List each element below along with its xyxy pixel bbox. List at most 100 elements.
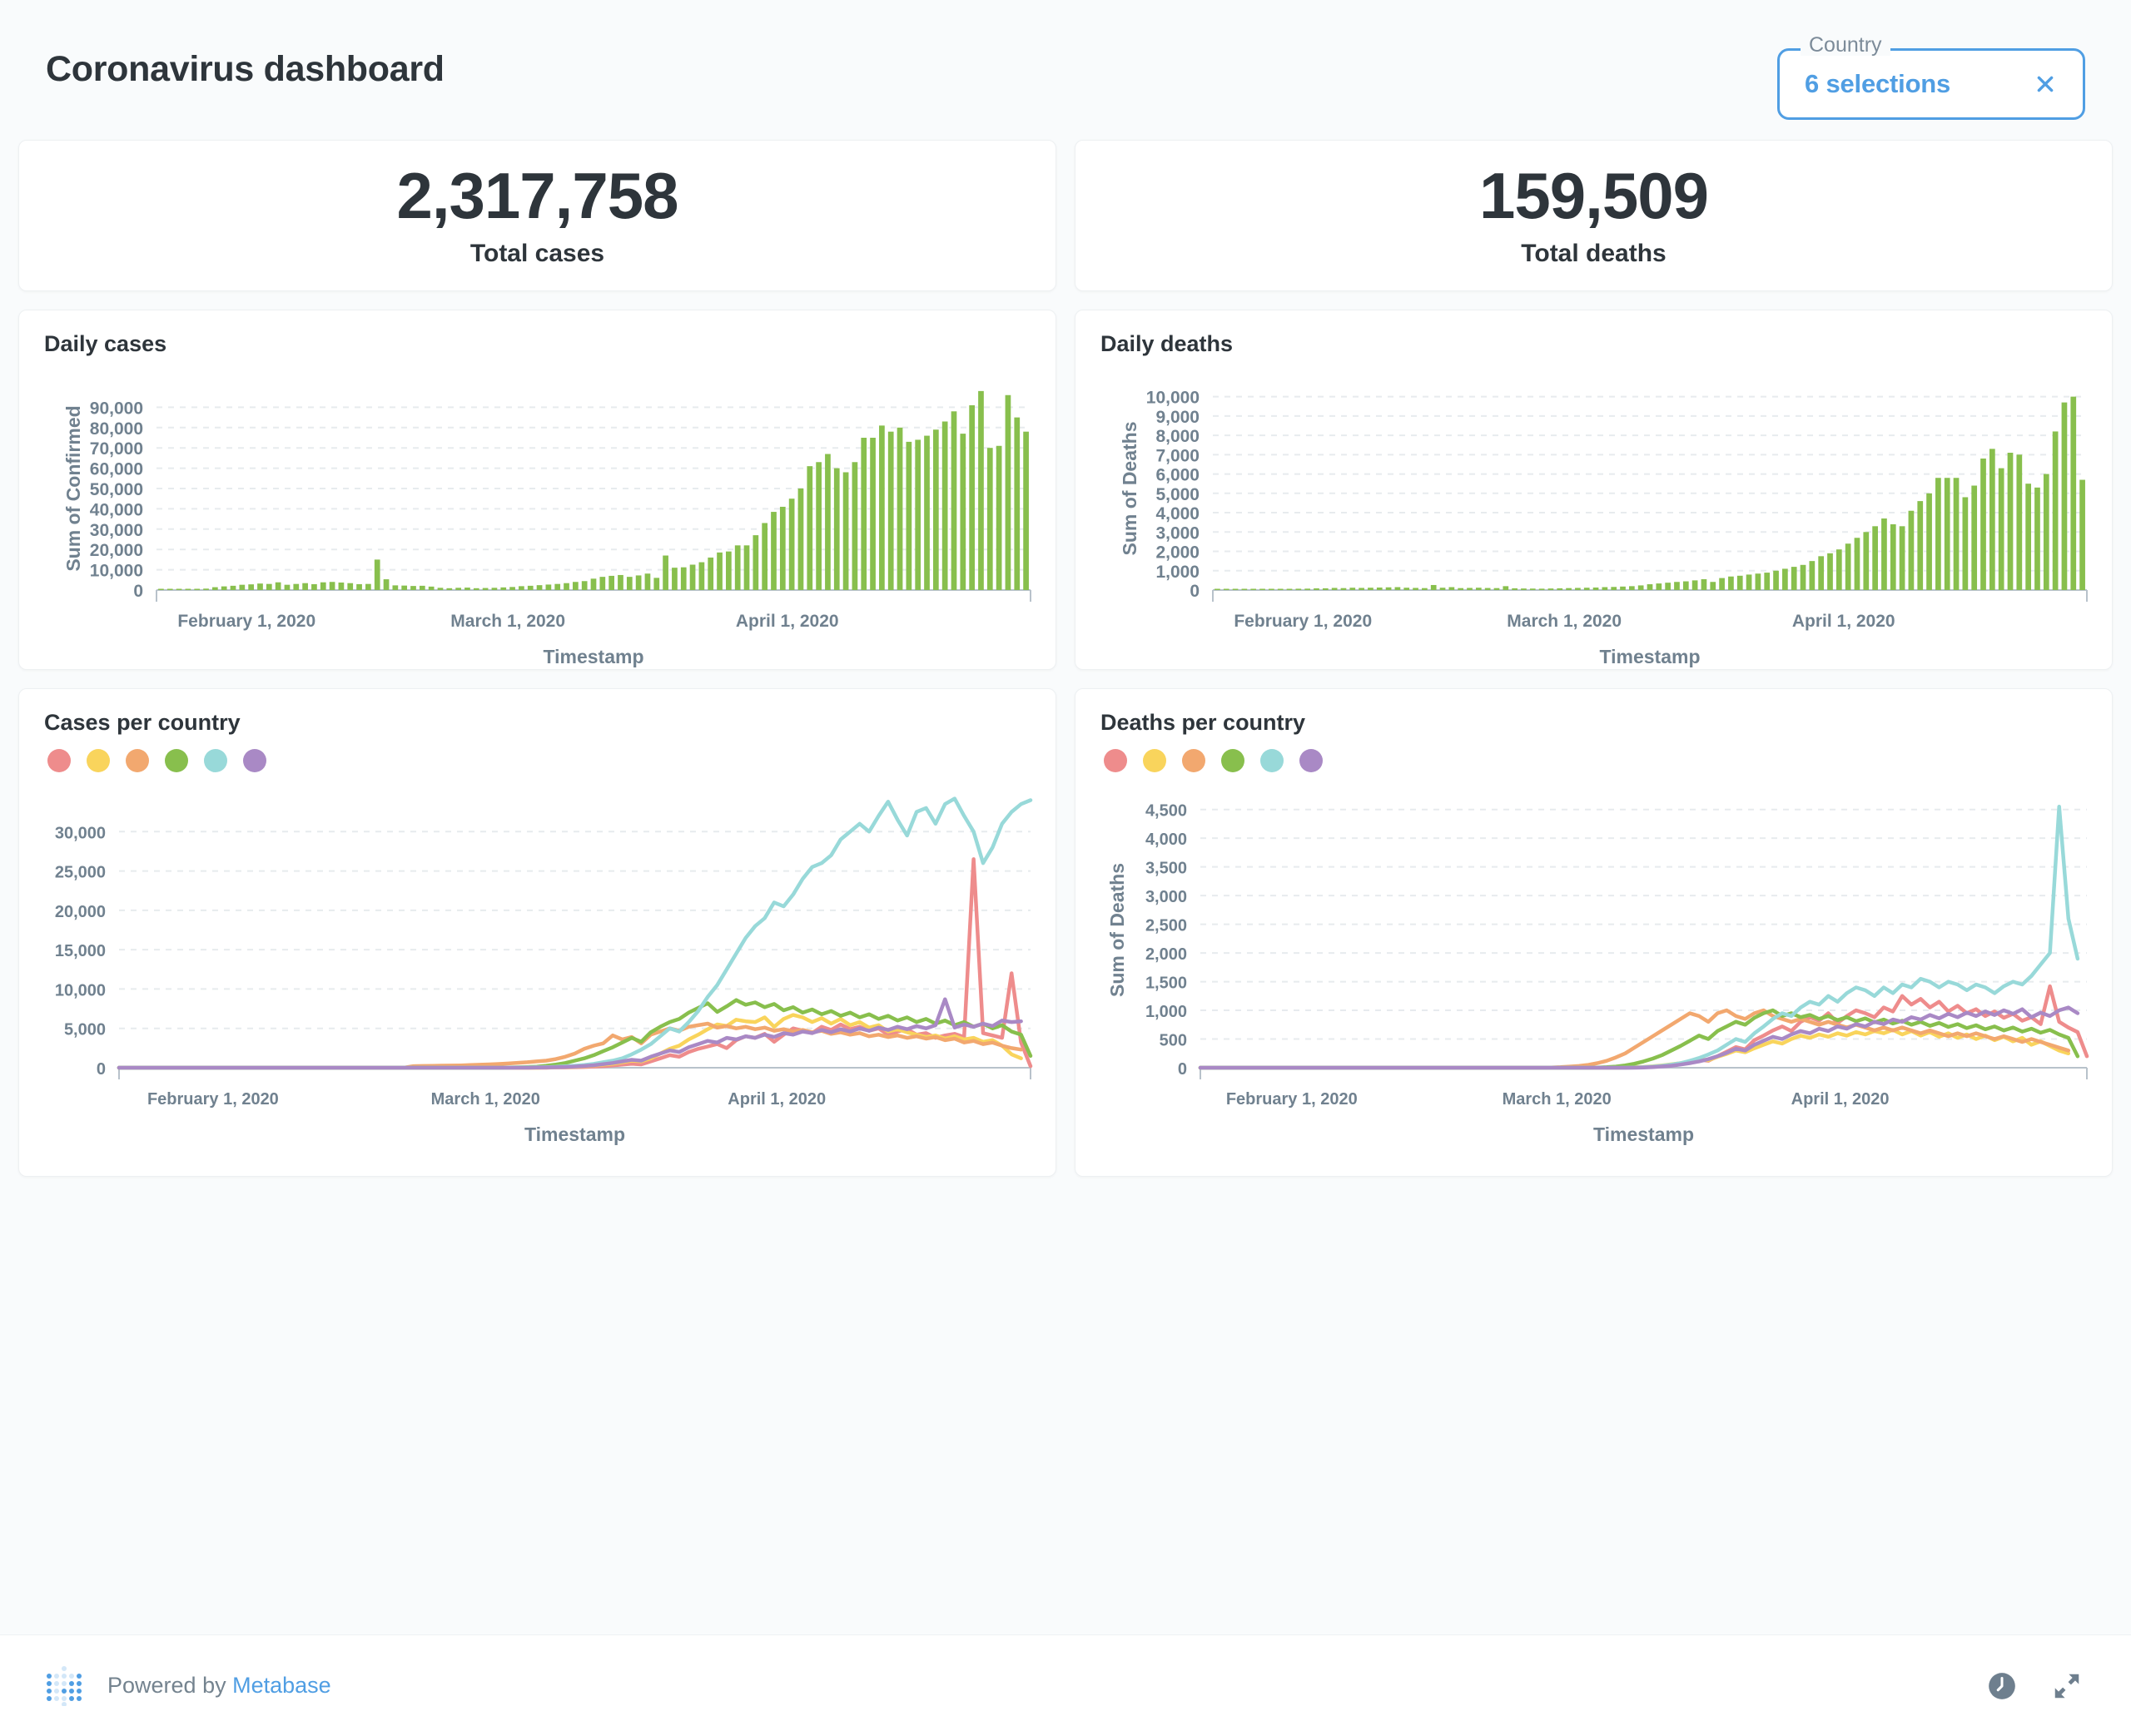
svg-text:Sum of Deaths: Sum of Deaths: [1119, 421, 1140, 555]
country-filter-label: Country: [1801, 35, 1890, 56]
svg-text:March 1, 2020: March 1, 2020: [450, 612, 565, 631]
metabase-link[interactable]: Metabase: [232, 1673, 331, 1698]
expand-arrows-icon[interactable]: [2051, 1670, 2083, 1702]
svg-text:90,000: 90,000: [90, 399, 143, 418]
legend-dot-5[interactable]: [204, 749, 227, 772]
svg-text:April 1, 2020: April 1, 2020: [728, 1090, 826, 1109]
daily-cases-chart[interactable]: 010,00020,00030,00040,00050,00060,00070,…: [19, 357, 1056, 669]
page-title: Coronavirus dashboard: [46, 52, 445, 87]
card-total-cases[interactable]: 2,317,758 Total cases: [18, 140, 1056, 291]
legend-dot-5[interactable]: [1260, 749, 1284, 772]
total-deaths-label: Total deaths: [1521, 240, 1666, 268]
card-daily-deaths[interactable]: Daily deaths 01,0002,0003,0004,0005,0006…: [1075, 310, 2113, 670]
svg-text:7,000: 7,000: [1155, 446, 1200, 465]
legend-dot-1[interactable]: [1104, 749, 1127, 772]
svg-text:March 1, 2020: March 1, 2020: [431, 1090, 540, 1109]
metabase-logo-icon: [46, 1666, 82, 1706]
svg-text:3,500: 3,500: [1145, 860, 1187, 878]
svg-text:6,000: 6,000: [1155, 466, 1200, 485]
svg-text:2,000: 2,000: [1145, 945, 1187, 964]
powered-by-text: Powered by Metabase: [107, 1673, 331, 1699]
svg-text:0: 0: [1190, 582, 1200, 601]
svg-text:April 1, 2020: April 1, 2020: [1792, 612, 1895, 631]
deaths-per-country-chart[interactable]: 0 500 1,000 1,500 2,000 2,500 3,000 3,500 4,000 4…: [1075, 772, 2112, 1147]
svg-text:April 1, 2020: April 1, 2020: [736, 612, 839, 631]
svg-text:10,000: 10,000: [1146, 389, 1200, 408]
card-daily-cases[interactable]: Daily cases 010,00020,00030,00040,00050,…: [18, 310, 1056, 670]
daily-cases-title: Daily cases: [19, 310, 1056, 357]
dashboard-header: Coronavirus dashboard Country 6 selectio…: [0, 0, 2131, 140]
deaths-per-country-legend[interactable]: [1075, 736, 2112, 772]
svg-text:30,000: 30,000: [90, 521, 143, 540]
svg-text:4,000: 4,000: [1155, 504, 1200, 523]
svg-text:0: 0: [97, 1060, 106, 1079]
dashboard-grid: 2,317,758 Total cases 159,509 Total deat…: [0, 140, 2131, 1634]
svg-text:1,500: 1,500: [1145, 975, 1187, 993]
country-filter-widget[interactable]: Country 6 selections: [1777, 48, 2085, 120]
svg-text:February 1, 2020: February 1, 2020: [1226, 1090, 1358, 1109]
svg-text:4,000: 4,000: [1145, 831, 1187, 849]
svg-text:8,000: 8,000: [1155, 427, 1200, 446]
svg-text:9,000: 9,000: [1155, 408, 1200, 427]
svg-text:40,000: 40,000: [90, 500, 143, 519]
svg-text:5,000: 5,000: [1155, 485, 1200, 504]
svg-text:Timestamp: Timestamp: [524, 1123, 625, 1145]
daily-deaths-title: Daily deaths: [1075, 310, 2112, 357]
dashboard-page: Coronavirus dashboard Country 6 selectio…: [0, 0, 2131, 1736]
svg-text:2,000: 2,000: [1155, 543, 1200, 563]
svg-text:20,000: 20,000: [90, 541, 143, 560]
legend-dot-3[interactable]: [126, 749, 149, 772]
svg-text:0: 0: [1178, 1060, 1187, 1079]
cases-per-country-title: Cases per country: [19, 689, 1056, 736]
svg-text:500: 500: [1160, 1032, 1187, 1050]
svg-text:March 1, 2020: March 1, 2020: [1503, 1090, 1612, 1109]
svg-text:Sum of Deaths: Sum of Deaths: [1106, 863, 1128, 997]
svg-text:Timestamp: Timestamp: [1593, 1123, 1694, 1145]
total-cases-value: 2,317,758: [396, 163, 678, 230]
svg-text:February 1, 2020: February 1, 2020: [147, 1090, 279, 1109]
country-filter-value[interactable]: 6 selections: [1805, 69, 1950, 99]
legend-dot-3[interactable]: [1182, 749, 1205, 772]
legend-dot-4[interactable]: [165, 749, 188, 772]
legend-dot-4[interactable]: [1221, 749, 1244, 772]
svg-text:3,000: 3,000: [1155, 523, 1200, 543]
svg-text:5,000: 5,000: [64, 1021, 106, 1039]
svg-text:2,500: 2,500: [1145, 917, 1187, 935]
svg-text:60,000: 60,000: [90, 460, 143, 479]
svg-text:February 1, 2020: February 1, 2020: [1234, 612, 1372, 631]
close-icon[interactable]: [2031, 70, 2059, 98]
legend-dot-2[interactable]: [1143, 749, 1166, 772]
daily-deaths-chart[interactable]: 01,0002,0003,0004,0005,0006,0007,0008,00…: [1075, 357, 2112, 669]
cases-per-country-chart[interactable]: 0 5,000 10,000 15,000 20,000 25,000 30,000 Febr…: [19, 772, 1056, 1147]
legend-dot-6[interactable]: [1299, 749, 1323, 772]
svg-text:10,000: 10,000: [55, 981, 106, 999]
clock-icon[interactable]: [1986, 1670, 2018, 1702]
svg-text:1,000: 1,000: [1155, 563, 1200, 582]
svg-text:25,000: 25,000: [55, 864, 106, 882]
card-cases-per-country[interactable]: Cases per country 0 5,000 10,000 15,000 20,0…: [18, 688, 1056, 1177]
svg-text:15,000: 15,000: [55, 942, 106, 960]
legend-dot-1[interactable]: [47, 749, 71, 772]
svg-text:March 1, 2020: March 1, 2020: [1507, 612, 1622, 631]
svg-text:April 1, 2020: April 1, 2020: [1791, 1090, 1890, 1109]
svg-text:30,000: 30,000: [55, 824, 106, 842]
total-deaths-value: 159,509: [1479, 163, 1708, 230]
card-deaths-per-country[interactable]: Deaths per country 05001,0001,5002,0002,…: [1075, 688, 2113, 1177]
svg-text:70,000: 70,000: [90, 439, 143, 459]
svg-text:80,000: 80,000: [90, 419, 143, 439]
svg-text:Timestamp: Timestamp: [1599, 646, 1700, 667]
svg-text:Sum of Confirmed: Sum of Confirmed: [62, 405, 84, 571]
svg-text:3,000: 3,000: [1145, 888, 1187, 906]
svg-text:20,000: 20,000: [55, 903, 106, 921]
powered-by-prefix: Powered by: [107, 1673, 232, 1698]
total-cases-label: Total cases: [470, 240, 604, 268]
legend-dot-2[interactable]: [87, 749, 110, 772]
svg-text:0: 0: [133, 582, 143, 601]
svg-text:1,000: 1,000: [1145, 1003, 1187, 1021]
svg-text:4,500: 4,500: [1145, 802, 1187, 821]
svg-text:February 1, 2020: February 1, 2020: [177, 612, 315, 631]
cases-per-country-legend[interactable]: [19, 736, 1056, 772]
legend-dot-6[interactable]: [243, 749, 266, 772]
card-total-deaths[interactable]: 159,509 Total deaths: [1075, 140, 2113, 291]
svg-text:10,000: 10,000: [90, 562, 143, 581]
